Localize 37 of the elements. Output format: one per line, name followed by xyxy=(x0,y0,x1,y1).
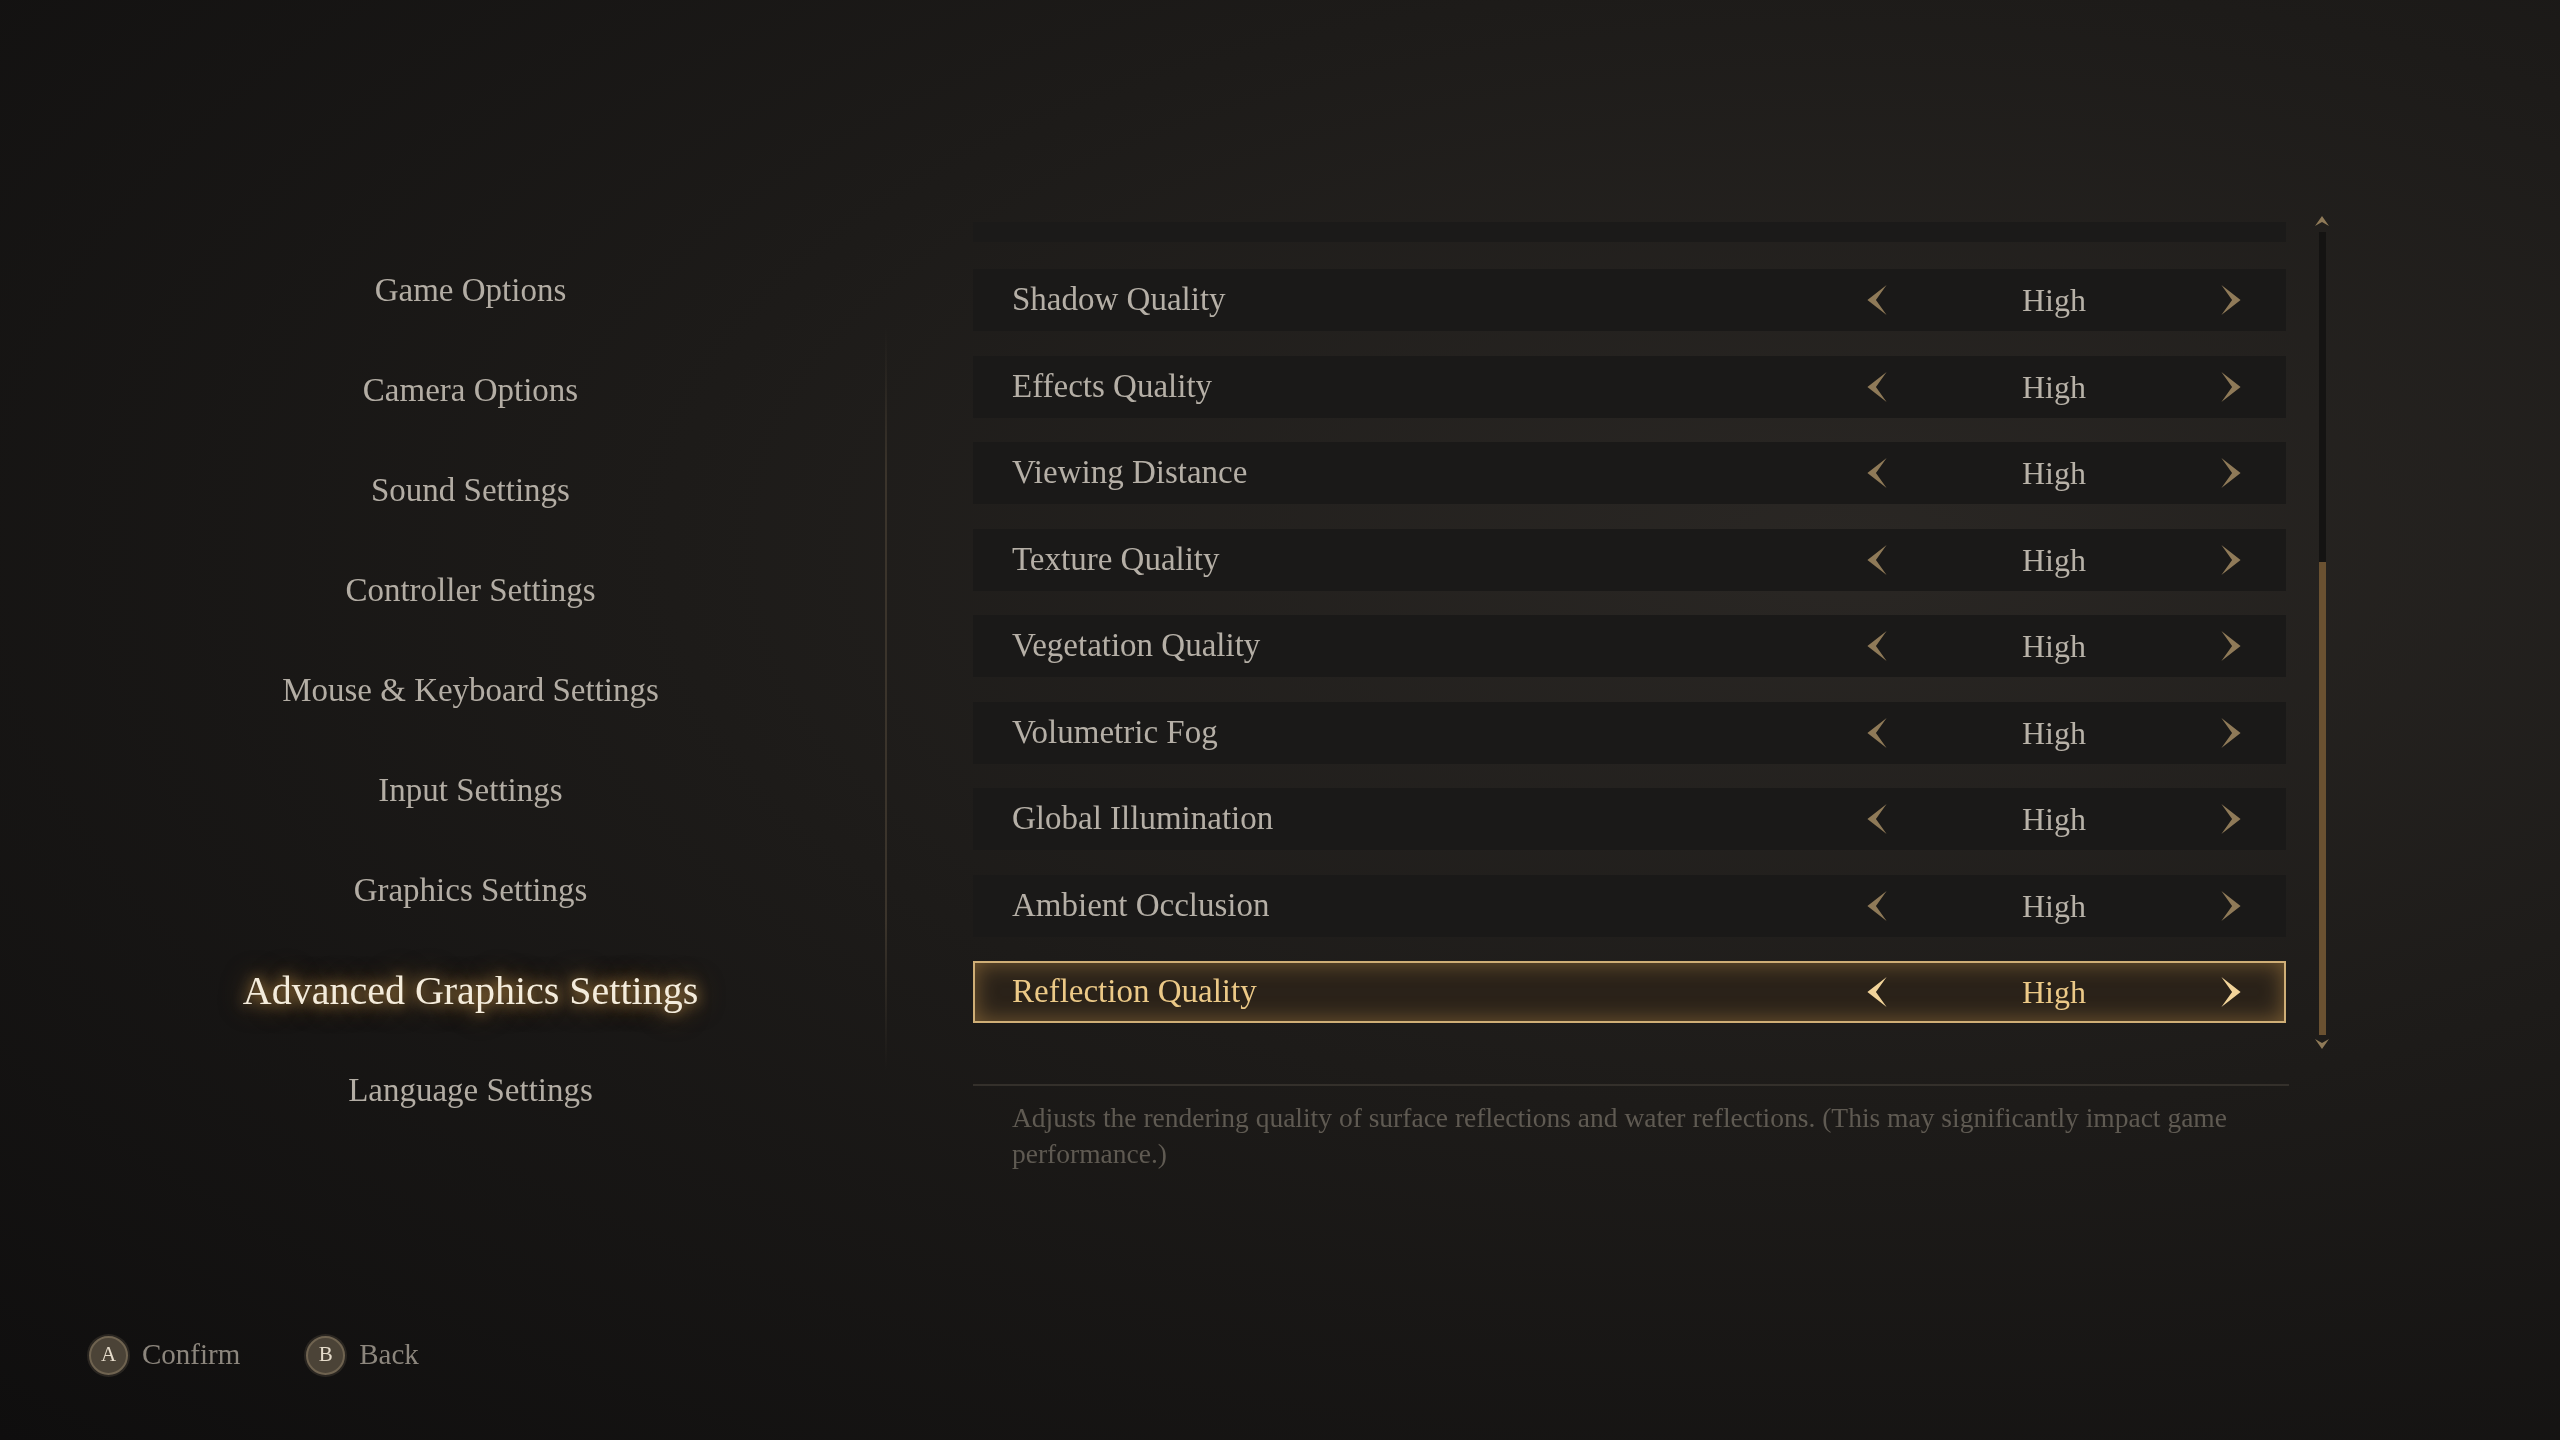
menu-item[interactable]: Controller Settings xyxy=(345,566,596,616)
setting-value: High xyxy=(2021,800,2087,839)
scrollbar-track[interactable] xyxy=(2318,232,2326,1035)
caret-down-icon[interactable] xyxy=(2315,1039,2329,1049)
controller-button-glyph: B xyxy=(306,1335,346,1375)
menu-item[interactable]: Advanced Graphics Settings xyxy=(242,961,699,1021)
setting-label: Ambient Occlusion xyxy=(1012,885,1270,925)
prompt-button[interactable]: B Back xyxy=(306,1333,419,1377)
menu-item[interactable]: Sound Settings xyxy=(371,466,570,516)
setting-row[interactable]: Reflection Quality High xyxy=(973,961,2286,1023)
setting-description: Adjusts the rendering quality of surface reflections and water reflections. (This may significantly impact game performance.) xyxy=(1011,1101,2228,1171)
setting-value: High xyxy=(2021,540,2087,580)
scrollbar-thumb[interactable] xyxy=(2318,562,2326,1035)
setting-value: High xyxy=(2021,973,2087,1012)
menu-item[interactable]: Game Options xyxy=(374,266,567,316)
setting-value: High xyxy=(2021,281,2087,320)
setting-label: Volumetric Fog xyxy=(1012,712,1218,752)
setting-label: Global Illumination xyxy=(1012,799,1274,839)
setting-label: Vegetation Quality xyxy=(1012,626,1261,666)
setting-label: Shadow Quality xyxy=(1012,280,1226,320)
setting-value: High xyxy=(2021,367,2087,407)
setting-label: Viewing Distance xyxy=(1012,453,1248,493)
setting-value: High xyxy=(2021,454,2087,493)
controller-button-glyph: A xyxy=(89,1335,128,1375)
menu-item[interactable]: Input Settings xyxy=(378,766,563,816)
caret-up-icon[interactable] xyxy=(2315,216,2329,226)
prompt-button[interactable]: A Confirm xyxy=(89,1333,241,1377)
menu-item[interactable]: Language Settings xyxy=(348,1066,593,1116)
menu-item[interactable]: Camera Options xyxy=(362,366,579,416)
setting-value: High xyxy=(2021,886,2087,926)
menu-item[interactable]: Mouse & Keyboard Settings xyxy=(282,666,659,716)
setting-value: High xyxy=(2021,627,2087,666)
setting-label: Reflection Quality xyxy=(1012,972,1257,1012)
setting-label: Effects Quality xyxy=(1012,366,1213,406)
setting-value: High xyxy=(2021,713,2087,753)
setting-label: Texture Quality xyxy=(1012,539,1220,579)
menu-item[interactable]: Graphics Settings xyxy=(353,866,588,916)
